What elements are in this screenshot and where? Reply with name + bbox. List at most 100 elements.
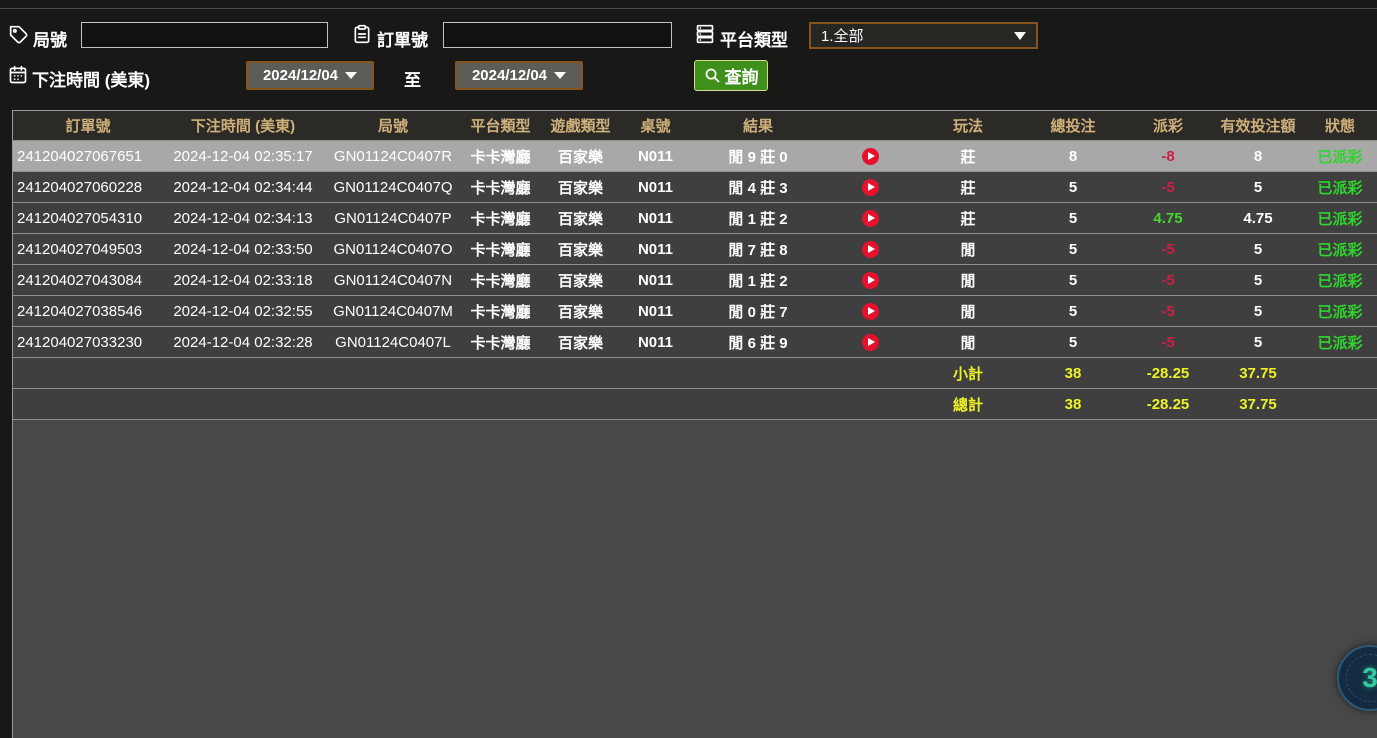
chevron-down-icon: [1014, 32, 1026, 40]
cell-game-type: 百家樂: [538, 146, 623, 167]
cell-valid-bet: 5: [1213, 241, 1303, 258]
filter-bar: 局號 訂單號 平台類型 1.全部 下注時間 (美東) 2024/12/04 至 …: [0, 0, 1377, 110]
cell-table-no: N011: [623, 179, 688, 196]
header-bet-time: 下注時間 (美東): [163, 115, 323, 136]
play-icon: [868, 183, 875, 191]
table-row[interactable]: 241204027033230 2024-12-04 02:32:28 GN01…: [13, 327, 1377, 358]
play-icon: [868, 276, 875, 284]
grand-total-total-bet: 38: [1023, 396, 1123, 413]
chevron-down-icon: [345, 72, 357, 79]
cell-bet-time: 2024-12-04 02:32:28: [163, 334, 323, 351]
cell-result: 閒 6 莊 9: [688, 332, 828, 353]
subtotal-label: 小計: [913, 363, 1023, 384]
cell-payout: -5: [1123, 272, 1213, 289]
cell-valid-bet: 4.75: [1213, 210, 1303, 227]
table-row[interactable]: 241204027038546 2024-12-04 02:32:55 GN01…: [13, 296, 1377, 327]
subtotal-row: 小計 38 -28.25 37.75: [13, 358, 1377, 389]
cell-valid-bet: 5: [1213, 179, 1303, 196]
cell-bet-time: 2024-12-04 02:32:55: [163, 303, 323, 320]
cell-payout: -5: [1123, 179, 1213, 196]
cell-payout: -5: [1123, 303, 1213, 320]
table-row[interactable]: 241204027060228 2024-12-04 02:34:44 GN01…: [13, 172, 1377, 203]
cell-platform: 卡卡灣廳: [463, 270, 538, 291]
cell-result: 閒 1 莊 2: [688, 208, 828, 229]
cell-order-id: 241204027033230: [13, 334, 163, 351]
cell-bet-time: 2024-12-04 02:33:50: [163, 241, 323, 258]
cell-play-type: 莊: [913, 146, 1023, 167]
cell-table-no: N011: [623, 210, 688, 227]
table-row[interactable]: 241204027049503 2024-12-04 02:33:50 GN01…: [13, 234, 1377, 265]
date-to-picker[interactable]: 2024/12/04: [455, 61, 583, 90]
cell-table-no: N011: [623, 272, 688, 289]
cell-valid-bet: 5: [1213, 303, 1303, 320]
header-table-no: 桌號: [623, 115, 688, 136]
subtotal-valid-bet: 37.75: [1213, 365, 1303, 382]
header-round-id: 局號: [323, 115, 463, 136]
replay-video-button[interactable]: [862, 210, 879, 227]
replay-video-button[interactable]: [862, 334, 879, 351]
cell-status: 已派彩: [1303, 146, 1377, 167]
subtotal-total-bet: 38: [1023, 365, 1123, 382]
round-number-label: 局號: [33, 26, 67, 51]
cell-table-no: N011: [623, 303, 688, 320]
cell-result: 閒 9 莊 0: [688, 146, 828, 167]
cell-order-id: 241204027067651: [13, 148, 163, 165]
cell-order-id: 241204027043084: [13, 272, 163, 289]
replay-video-button[interactable]: [862, 148, 879, 165]
header-order-id: 訂單號: [13, 115, 163, 136]
date-from-value: 2024/12/04: [263, 67, 338, 84]
cell-bet-time: 2024-12-04 02:34:44: [163, 179, 323, 196]
cell-total-bet: 5: [1023, 179, 1123, 196]
bet-history-page: 局號 訂單號 平台類型 1.全部 下注時間 (美東) 2024/12/04 至 …: [0, 0, 1377, 738]
bet-history-table: 訂單號 下注時間 (美東) 局號 平台類型 遊戲類型 桌號 結果 玩法 總投注 …: [12, 110, 1377, 738]
header-valid-bet: 有效投注額: [1213, 115, 1303, 136]
order-number-input[interactable]: [443, 22, 672, 48]
round-number-input[interactable]: [81, 22, 328, 48]
replay-video-button[interactable]: [862, 303, 879, 320]
grand-total-valid-bet: 37.75: [1213, 396, 1303, 413]
query-button[interactable]: 查詢: [694, 60, 768, 91]
cell-payout: -8: [1123, 148, 1213, 165]
cell-platform: 卡卡灣廳: [463, 208, 538, 229]
header-total-bet: 總投注: [1023, 115, 1123, 136]
calendar-icon: [8, 65, 28, 85]
cell-payout: -5: [1123, 241, 1213, 258]
clipboard-icon: [352, 24, 372, 44]
cell-total-bet: 5: [1023, 303, 1123, 320]
date-from-picker[interactable]: 2024/12/04: [246, 61, 374, 90]
cell-play-type: 閒: [913, 270, 1023, 291]
replay-video-button[interactable]: [862, 179, 879, 196]
table-row[interactable]: 241204027067651 2024-12-04 02:35:17 GN01…: [13, 141, 1377, 172]
replay-video-button[interactable]: [862, 241, 879, 258]
widget-ring-icon: [1346, 654, 1377, 702]
cell-order-id: 241204027038546: [13, 303, 163, 320]
play-icon: [868, 245, 875, 253]
table-row[interactable]: 241204027043084 2024-12-04 02:33:18 GN01…: [13, 265, 1377, 296]
cell-result: 閒 7 莊 8: [688, 239, 828, 260]
cell-order-id: 241204027049503: [13, 241, 163, 258]
table-row[interactable]: 241204027054310 2024-12-04 02:34:13 GN01…: [13, 203, 1377, 234]
cell-game-type: 百家樂: [538, 332, 623, 353]
cell-table-no: N011: [623, 241, 688, 258]
cell-order-id: 241204027060228: [13, 179, 163, 196]
header-play-type: 玩法: [913, 115, 1023, 136]
table-header-row: 訂單號 下注時間 (美東) 局號 平台類型 遊戲類型 桌號 結果 玩法 總投注 …: [13, 111, 1377, 141]
cell-round-id: GN01124C0407M: [323, 303, 463, 320]
grand-total-payout: -28.25: [1123, 396, 1213, 413]
cell-game-type: 百家樂: [538, 270, 623, 291]
platform-type-select[interactable]: 1.全部: [809, 22, 1038, 49]
grand-total-row: 總計 38 -28.25 37.75: [13, 389, 1377, 420]
cell-game-type: 百家樂: [538, 208, 623, 229]
replay-video-button[interactable]: [862, 272, 879, 289]
cell-total-bet: 5: [1023, 334, 1123, 351]
cell-game-type: 百家樂: [538, 239, 623, 260]
cell-bet-time: 2024-12-04 02:33:18: [163, 272, 323, 289]
cell-platform: 卡卡灣廳: [463, 146, 538, 167]
cell-payout: 4.75: [1123, 210, 1213, 227]
cell-play-type: 閒: [913, 332, 1023, 353]
cell-result: 閒 0 莊 7: [688, 301, 828, 322]
grand-total-label: 總計: [913, 394, 1023, 415]
cell-status: 已派彩: [1303, 301, 1377, 322]
play-icon: [868, 214, 875, 222]
play-icon: [868, 338, 875, 346]
